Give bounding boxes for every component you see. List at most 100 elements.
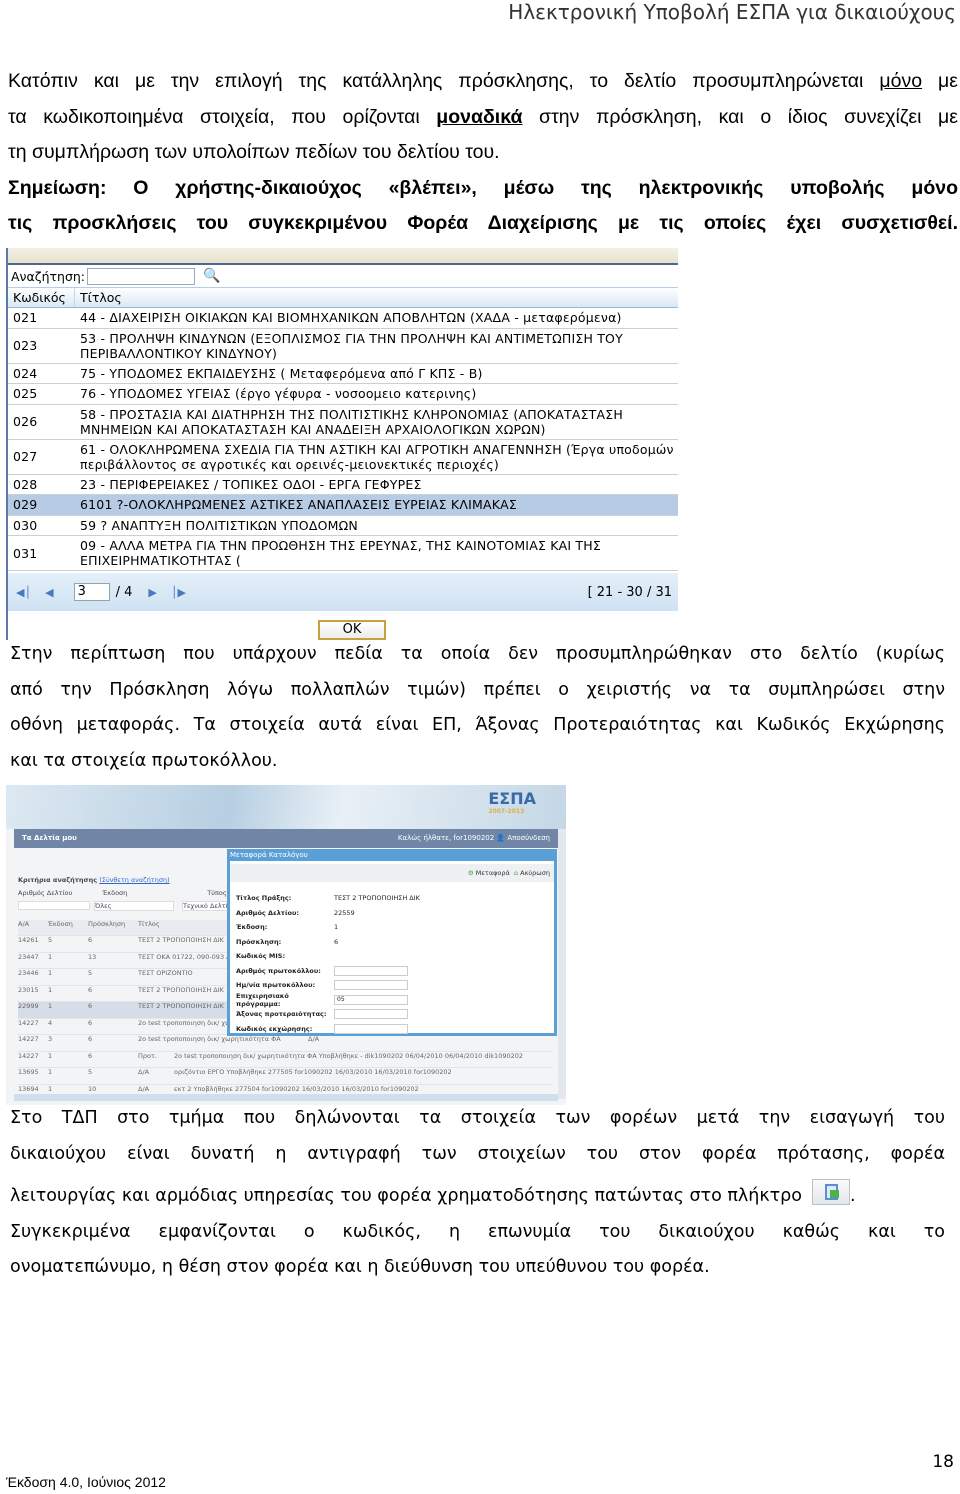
- version-select[interactable]: Όλες: [94, 901, 174, 911]
- text: Στην περίπτωση που υπάρχουν πεδία τα οπο…: [10, 644, 945, 664]
- paragraph-2: Στην περίπτωση που υπάρχουν πεδία τα οπο…: [10, 637, 945, 779]
- field-input[interactable]: [334, 965, 408, 976]
- row-code: 031: [13, 545, 38, 561]
- cell: 5: [88, 969, 93, 977]
- field-label: Πρόσκληση:: [236, 937, 282, 946]
- horizontal-scrollbar[interactable]: [14, 1094, 558, 1101]
- table-row[interactable]: 025 76 - ΥΠΟΔΟΜΕΣ ΥΓΕΙΑΣ (έργο γέφυρα - ν…: [8, 384, 678, 405]
- table-row[interactable]: 023 53 - ΠΡΟΛΗΨΗ ΚΙΝΔΥΝΩΝ (ΕΞΟΠΛΙΣΜΟΣ ΓΙΑ…: [8, 329, 678, 364]
- record-range: [ 21 - 30 / 31: [587, 584, 672, 600]
- search-label: Αναζήτηση:: [11, 268, 85, 284]
- row-code: 021: [13, 310, 38, 326]
- row-title: 23 - ΠΕΡΙΦΕΡΕΙΑΚΕΣ / ΤΟΠΙΚΕΣ ΟΔΟΙ - ΕΡΓΑ…: [80, 476, 422, 492]
- field-label: Επιχειρησιακό πρόγραμμα:: [236, 991, 289, 1008]
- table-row[interactable]: 031 09 - ΑΛΛΑ ΜΕΤΡΑ ΓΙΑ ΤΗΝ ΠΡΟΩΘΗΣΗ ΤΗΣ …: [8, 536, 678, 571]
- table-row[interactable]: 021 44 - ΔΙΑΧΕΙΡΙΣΗ ΟΙΚΙΑΚΩΝ ΚΑΙ ΒΙΟΜΗΧΑΝ…: [8, 308, 678, 329]
- footer-version: Έκδοση 4.0, Ιούνιος 2012: [6, 1474, 166, 1490]
- text: .: [850, 1186, 856, 1206]
- cell: Δ/Α: [308, 1035, 320, 1043]
- row-code: 024: [13, 365, 38, 381]
- cell: 1: [48, 1002, 53, 1010]
- table-row[interactable]: 13695 1 5 οριζόντιο ΕΡΓΟ Υποβλήθηκε 277505 …: [18, 1068, 553, 1085]
- first-page-icon[interactable]: ◀│: [16, 586, 31, 599]
- field-input[interactable]: [334, 1023, 408, 1034]
- cell: 6: [88, 1018, 93, 1027]
- intro-paragraph: Κατόπιν και με την επιλογή της κατάλληλη…: [8, 64, 958, 242]
- cancel-button[interactable]: Ακύρωση: [520, 869, 550, 877]
- row-title: 75 - ΥΠΟΔΟΜΕΣ ΕΚΠΑΙΔΕΥΣΗΣ ( Μεταφερόμενα…: [80, 365, 483, 381]
- text: τα κωδικοποιημένα στοιχεία, που ορίζοντα…: [8, 105, 437, 128]
- table-row[interactable]: 029 6101 ?-ΟΛΟΚΛΗΡΩΜΕΝΕΣ ΑΣΤΙΚΕΣ ΑΝΑΠΛΑΣΕ…: [8, 495, 678, 516]
- row-code: 026: [13, 414, 38, 429]
- form-field: Κωδικός MIS:: [230, 949, 554, 964]
- form-field: Ημ/νία πρωτοκόλλου:: [230, 978, 554, 993]
- call-selection-screenshot: Αναζήτηση: 🔍 Κωδικός Τίτλος 021 44 - ΔΙΑΧΕΙ…: [6, 248, 678, 640]
- cell: 1: [48, 1068, 53, 1076]
- text: από την Πρόσκληση λόγω πολλαπλών τιμών) …: [10, 679, 945, 700]
- column-header[interactable]: Α/Α: [18, 920, 48, 935]
- row-code: 028: [13, 476, 38, 492]
- cell: 6: [88, 1002, 93, 1010]
- emphasis: μοναδικά: [436, 105, 523, 128]
- cell: 23447: [18, 952, 39, 961]
- transfer-button[interactable]: Μεταφορά: [476, 869, 510, 877]
- column-title[interactable]: Τίτλος: [75, 288, 678, 307]
- field-value: ΤΕΣΤ 2 ΤΡΟΠΟΠΟΙΗΣΗ ΔΙΚ: [334, 894, 420, 903]
- cell: 6: [88, 1051, 93, 1060]
- prev-page-icon[interactable]: ◀: [45, 586, 53, 599]
- text: τη συμπλήρωση των υπολοίπων πεδίων του δ…: [8, 141, 500, 163]
- table-row[interactable]: 027 61 - ΟΛΟΚΛΗΡΩΜΕΝΑ ΣΧΕΔΙΑ ΓΙΑ ΤΗΝ ΑΣΤΙ…: [8, 440, 678, 475]
- column-code[interactable]: Κωδικός: [8, 288, 75, 307]
- row-code: 030: [13, 517, 38, 533]
- cell: 23446: [18, 969, 39, 977]
- window-titlebar: [8, 248, 678, 263]
- table-row[interactable]: 024 75 - ΥΠΟΔΟΜΕΣ ΕΚΠΑΙΔΕΥΣΗΣ ( Μεταφερόμ…: [8, 364, 678, 384]
- field-value: 6: [334, 937, 339, 946]
- cell: 5: [48, 936, 53, 944]
- table-row[interactable]: 026 58 - ΠΡΟΣΤΑΣΙΑ ΚΑΙ ΔΙΑΤΗΡΗΣΗ ΤΗΣ ΠΟΛΙ…: [8, 405, 678, 440]
- nav-title: Τα Δελτία μου: [22, 834, 77, 842]
- next-page-icon[interactable]: ▶: [148, 586, 156, 599]
- vertical-scrollbar[interactable]: [558, 829, 566, 1099]
- column-header[interactable]: Πρόσκληση: [88, 920, 138, 935]
- last-page-icon[interactable]: │▶: [171, 586, 186, 599]
- row-title: 59 ? ΑΝΑΠΤΥΞΗ ΠΟΛΙΤΙΣΤΙΚΩΝ ΥΠΟΔΟΜΩΝ: [80, 517, 358, 533]
- table-row[interactable]: 14227 1 6 2ο test τροποποιηση δικ/ χωρητικό…: [18, 1051, 553, 1068]
- cell: 22999: [18, 1002, 39, 1010]
- advanced-search-link[interactable]: (Σύνθετη αναζήτηση): [99, 876, 169, 884]
- cell: 6: [88, 985, 93, 994]
- text: στην πρόσκληση, και ο ίδιος συνεχίζει με: [522, 105, 958, 128]
- cell: 2ο test τροποποιηση δικ/ χωρητικότητα ΦΑ: [138, 1035, 281, 1043]
- cell: 4: [48, 1018, 53, 1027]
- field-input[interactable]: [334, 1009, 408, 1020]
- text: οθόνη μεταφοράς. Τα στοιχεία αυτά είναι …: [10, 715, 945, 735]
- field-label: Άξονας προτεραιότητας:: [236, 1010, 327, 1019]
- table-row[interactable]: 030 59 ? ΑΝΑΠΤΥΞΗ ΠΟΛΙΤΙΣΤΙΚΩΝ ΥΠΟΔΟΜΩΝ: [8, 516, 678, 536]
- row-code: 023: [13, 338, 38, 353]
- cell: 6: [88, 1035, 93, 1043]
- form-field: Επιχειρησιακό πρόγραμμα: 05: [230, 991, 554, 1008]
- logout-link[interactable]: Αποσύνδεση: [507, 834, 550, 842]
- dialog-toolbar: ⚙ Μεταφορά ⌂ Ακύρωση: [230, 864, 554, 882]
- filter-input[interactable]: [18, 901, 90, 910]
- row-title: 76 - ΥΠΟΔΟΜΕΣ ΥΓΕΙΑΣ (έργο γέφυρα - νοσο…: [80, 386, 477, 402]
- text: με: [922, 70, 958, 92]
- table-row[interactable]: 14227 3 6 2ο test τροποποιηση δικ/ χωρητικό…: [18, 1035, 553, 1052]
- field-label: Ημ/νία πρωτοκόλλου:: [236, 981, 316, 990]
- text: Συγκεκριμένα εμφανίζονται ο κωδικός, η ε…: [10, 1221, 945, 1242]
- row-title: 53 - ΠΡΟΛΗΨΗ ΚΙΝΔΥΝΩΝ (ΕΞΟΠΛΙΣΜΟΣ ΓΙΑ ΤΗ…: [80, 330, 623, 361]
- column-header[interactable]: Έκδοση: [48, 920, 88, 935]
- page-input[interactable]: 3: [73, 583, 110, 601]
- cell: 13695: [18, 1068, 39, 1076]
- pagination: ◀│ ◀ 3 / 4 ▶ │▶ [ 21 - 30 / 31: [8, 573, 678, 611]
- form-field: Έκδοση: 1: [230, 920, 554, 935]
- field-input[interactable]: 05: [334, 994, 408, 1005]
- text: Κατόπιν και με την επιλογή της κατάλληλη…: [8, 70, 880, 92]
- search-icon[interactable]: 🔍: [203, 268, 220, 284]
- table-row[interactable]: 028 23 - ΠΕΡΙΦΕΡΕΙΑΚΕΣ / ΤΟΠΙΚΕΣ ΟΔΟΙ - Ε…: [8, 475, 678, 495]
- field-input[interactable]: [334, 980, 408, 991]
- text: ονοματεπώνυμο, η θέση στον φορέα και η δ…: [10, 1257, 710, 1277]
- search-input[interactable]: [87, 267, 195, 285]
- transfer-dialog: Μεταφορά Καταλόγου ⚙ Μεταφορά ⌂ Ακύρωση …: [227, 849, 557, 1036]
- cell: 14227: [18, 1035, 39, 1043]
